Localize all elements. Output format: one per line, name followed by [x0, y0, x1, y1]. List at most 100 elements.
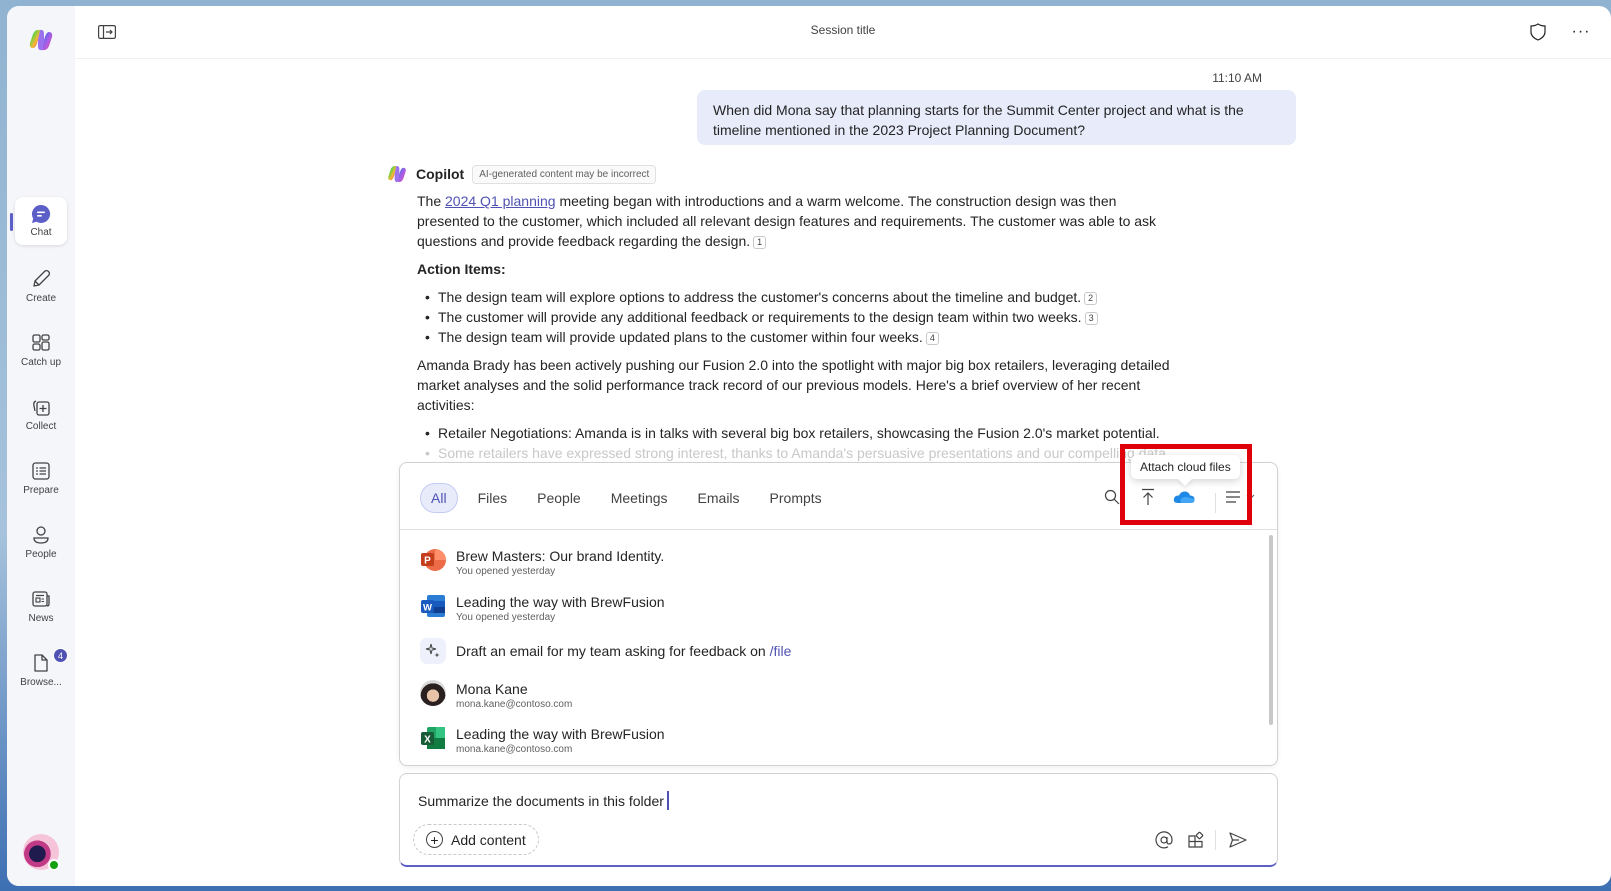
sidebar-item-label: News	[28, 613, 54, 624]
list-item: Some retailers have expressed strong int…	[417, 443, 1177, 463]
grid-icon	[32, 334, 50, 351]
meeting-link[interactable]: 2024 Q1 planning	[445, 193, 556, 209]
list-item[interactable]: Mona Kane mona.kane@contoso.com	[420, 680, 572, 712]
sidebar-item-label: Prepare	[23, 485, 59, 496]
sidebar-item-collect[interactable]: Collect	[15, 389, 67, 439]
sidebar-item-catch-up[interactable]: Catch up	[15, 325, 67, 375]
item-subtitle: mona.kane@contoso.com	[456, 744, 573, 755]
word-file-icon: W	[421, 595, 445, 617]
sidebar: Chat Create Catch up Collect Prepare Peo…	[7, 6, 75, 886]
news-icon	[32, 591, 50, 607]
activities-list: Retailer Negotiations: Amanda is in talk…	[417, 423, 1177, 463]
text-caret	[666, 791, 669, 810]
presence-available-icon	[48, 859, 60, 871]
person-avatar	[420, 680, 446, 706]
send-icon	[1229, 832, 1247, 848]
item-subtitle: You opened yesterday	[456, 612, 556, 623]
picker-results-list: P Brew Masters: Our brand Identity. You …	[400, 530, 1265, 764]
more-icon: ···	[1571, 23, 1591, 40]
list-item[interactable]: W Leading the way with BrewFusion You op…	[420, 593, 665, 625]
prompt-sparkle-icon	[420, 638, 446, 664]
picker-scrollbar[interactable]	[1269, 535, 1273, 725]
send-button[interactable]	[1226, 828, 1250, 852]
apps-add-icon	[1188, 831, 1204, 848]
list-item: The customer will provide any additional…	[417, 307, 1177, 327]
composer-divider	[1215, 830, 1216, 850]
picker-tabs: All Files People Meetings Emails Prompts	[420, 483, 842, 513]
text: The design team will provide updated pla…	[438, 329, 923, 345]
item-subtitle: You opened yesterday	[456, 566, 556, 577]
active-nav-indicator	[10, 213, 13, 231]
upload-file-button[interactable]	[1136, 485, 1160, 509]
citation-2[interactable]: 2	[1084, 292, 1098, 305]
upload-icon	[1142, 488, 1154, 505]
privacy-shield-button[interactable]	[1526, 20, 1550, 44]
sidebar-item-label: Catch up	[20, 357, 62, 368]
copilot-message-header: Copilot AI-generated content may be inco…	[386, 163, 657, 185]
sidebar-item-prepare[interactable]: Prepare	[15, 453, 67, 503]
svg-text:X: X	[424, 735, 431, 746]
tab-prompts[interactable]: Prompts	[760, 484, 832, 512]
citation-1[interactable]: 1	[753, 236, 767, 249]
tab-people[interactable]: People	[527, 484, 591, 512]
action-items-list: The design team will explore options to …	[417, 287, 1177, 347]
sidebar-item-create[interactable]: Create	[15, 261, 67, 311]
message-timestamp: 11:10 AM	[1212, 71, 1262, 85]
list-item[interactable]: P Brew Masters: Our brand Identity. You …	[420, 547, 664, 579]
sidebar-item-browse[interactable]: 4 Browse...	[15, 645, 68, 695]
add-content-button[interactable]: + Add content	[413, 824, 539, 855]
onedrive-cloud-icon	[1173, 491, 1195, 503]
shield-icon	[1530, 23, 1546, 41]
message-composer[interactable]: Summarize the documents in this folder +…	[399, 773, 1278, 867]
item-subtitle: mona.kane@contoso.com	[456, 699, 573, 710]
list-item: Retailer Negotiations: Amanda is in talk…	[417, 423, 1177, 443]
item-title: Draft an email for my team asking for fe…	[456, 642, 791, 660]
item-title: Mona Kane	[456, 681, 528, 697]
attach-cloud-files-button[interactable]	[1171, 485, 1197, 509]
text: The	[417, 193, 446, 209]
view-options-button[interactable]	[1223, 485, 1261, 509]
collection-add-icon	[33, 400, 50, 416]
apps-button[interactable]	[1184, 828, 1208, 852]
sidebar-item-chat[interactable]: Chat	[15, 197, 67, 245]
copilot-avatar-icon	[388, 166, 406, 182]
composer-value: Summarize the documents in this folder	[418, 793, 664, 809]
person-icon	[33, 526, 49, 544]
search-button[interactable]	[1100, 485, 1124, 509]
content-picker: All Files People Meetings Emails Prompts	[399, 462, 1278, 766]
sidebar-item-label: Browse...	[20, 677, 62, 688]
text: The design team will explore options to …	[438, 289, 1082, 305]
list-item: The design team will provide updated pla…	[417, 327, 1177, 347]
citation-3[interactable]: 3	[1084, 312, 1098, 325]
sidebar-item-label: People	[25, 549, 57, 560]
item-title: Leading the way with BrewFusion	[456, 726, 665, 742]
item-title: Brew Masters: Our brand Identity.	[456, 548, 665, 564]
copilot-window: Chat Create Catch up Collect Prepare Peo…	[7, 6, 1611, 886]
top-bar: Session title ···	[75, 6, 1611, 59]
mention-button[interactable]	[1152, 828, 1176, 852]
pen-icon	[33, 269, 51, 287]
tab-files[interactable]: Files	[468, 484, 518, 512]
copilot-logo[interactable]	[27, 26, 55, 54]
powerpoint-file-icon: P	[421, 549, 446, 571]
svg-text:P: P	[424, 556, 431, 567]
at-sign-icon	[1155, 831, 1173, 849]
sidebar-item-people[interactable]: People	[15, 517, 67, 567]
tab-meetings[interactable]: Meetings	[601, 484, 678, 512]
ai-disclaimer-badge: AI-generated content may be incorrect	[472, 164, 657, 184]
list-item[interactable]: X Leading the way with BrewFusion mona.k…	[420, 725, 665, 757]
composer-input[interactable]: Summarize the documents in this folder	[418, 791, 669, 810]
list-item[interactable]: Draft an email for my team asking for fe…	[420, 638, 791, 664]
sidebar-item-news[interactable]: News	[15, 581, 67, 631]
sidebar-item-label: Chat	[30, 227, 52, 238]
tab-all[interactable]: All	[420, 483, 458, 513]
excel-file-icon: X	[421, 727, 445, 749]
search-icon	[1104, 489, 1120, 505]
add-content-label: Add content	[451, 831, 526, 848]
more-options-button[interactable]: ···	[1569, 20, 1593, 44]
tab-emails[interactable]: Emails	[688, 484, 750, 512]
svg-text:W: W	[423, 603, 432, 614]
user-message: When did Mona say that planning starts f…	[697, 90, 1296, 145]
citation-4[interactable]: 4	[925, 332, 939, 345]
response-paragraph: Amanda Brady has been actively pushing o…	[417, 357, 1170, 413]
